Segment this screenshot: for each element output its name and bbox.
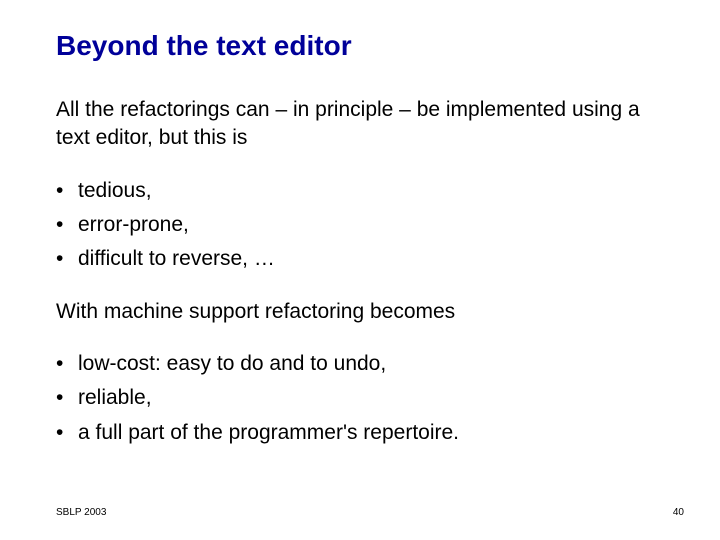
slide-number: 40: [673, 507, 684, 518]
slide: Beyond the text editor All the refactori…: [0, 0, 720, 540]
mid-paragraph: With machine support refactoring becomes: [56, 298, 664, 326]
list-item: difficult to reverse, …: [56, 245, 664, 273]
slide-title: Beyond the text editor: [56, 30, 664, 62]
list-item: low-cost: easy to do and to undo,: [56, 350, 664, 378]
list-item: reliable,: [56, 384, 664, 412]
bullet-list-1: tedious, error-prone, difficult to rever…: [56, 177, 664, 274]
list-item: tedious,: [56, 177, 664, 205]
footer-left: SBLP 2003: [56, 507, 106, 518]
bullet-list-2: low-cost: easy to do and to undo, reliab…: [56, 350, 664, 447]
intro-paragraph: All the refactorings can – in principle …: [56, 96, 664, 153]
list-item: a full part of the programmer's repertoi…: [56, 419, 664, 447]
list-item: error-prone,: [56, 211, 664, 239]
